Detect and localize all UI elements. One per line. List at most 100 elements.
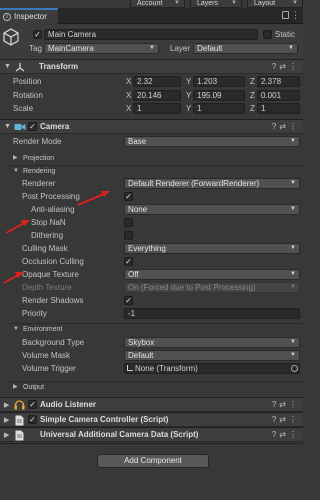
scale-z-field[interactable]: 1	[257, 103, 300, 114]
output-foldout[interactable]: ▶ Output	[0, 382, 303, 393]
post-processing-checkbox[interactable]: ✓	[124, 192, 133, 201]
object-picker-icon[interactable]	[291, 365, 298, 372]
foldout-closed-icon[interactable]: ▶	[13, 153, 18, 164]
universal-camera-data-header[interactable]: ▶ Universal Additional Camera Data (Scri…	[0, 427, 303, 442]
depth-texture-row: Depth Texture On (Forced due to Post Pro…	[0, 281, 303, 294]
preset-icon[interactable]: ⇄	[279, 122, 289, 131]
preset-icon[interactable]: ⇄	[279, 415, 289, 424]
volume-trigger-field[interactable]: None (Transform)	[124, 363, 300, 374]
chevron-down-icon: ▼	[290, 352, 296, 358]
active-checkbox[interactable]: ✓	[33, 30, 42, 39]
rotation-y-field[interactable]: 195.09	[193, 90, 245, 101]
y-axis-label: Y	[186, 104, 192, 113]
foldout-closed-icon[interactable]: ▶	[4, 416, 9, 424]
camera-enabled-checkbox[interactable]: ✓	[28, 122, 37, 131]
layout-dropdown[interactable]: Layout ▼	[247, 0, 303, 8]
stop-nan-row: Stop NaN	[0, 216, 303, 229]
component-menu-icon[interactable]: ⋮	[289, 62, 300, 71]
render-shadows-label: Render Shadows	[22, 296, 84, 305]
foldout-open-icon[interactable]: ▼	[4, 63, 11, 70]
info-icon: i	[3, 13, 11, 21]
preset-icon[interactable]: ⇄	[279, 62, 289, 71]
occlusion-culling-row: Occlusion Culling ✓	[0, 255, 303, 268]
script-file-icon	[15, 415, 24, 426]
volume-mask-dropdown[interactable]: Default ▼	[124, 350, 300, 361]
renderer-dropdown[interactable]: Default Renderer (ForwardRenderer) ▼	[124, 178, 300, 189]
component-header-icons[interactable]: ?⇄⋮	[272, 429, 300, 441]
lock-icon[interactable]	[282, 11, 289, 19]
anti-aliasing-label: Anti-aliasing	[31, 205, 75, 214]
priority-field[interactable]: -1	[124, 308, 300, 319]
tag-dropdown[interactable]: MainCamera ▼	[44, 43, 159, 54]
chevron-down-icon: ▼	[231, 0, 237, 6]
add-component-button[interactable]: Add Component	[97, 454, 209, 468]
preset-icon[interactable]: ⇄	[279, 430, 289, 439]
stop-nan-checkbox[interactable]	[124, 218, 133, 227]
projection-foldout[interactable]: ▶ Projection	[0, 153, 303, 164]
component-header-icons[interactable]: ?⇄⋮	[272, 414, 300, 426]
x-axis-label: X	[126, 77, 132, 86]
x-axis-label: X	[126, 104, 132, 113]
audio-listener-checkbox[interactable]: ✓	[28, 400, 37, 409]
foldout-closed-icon[interactable]: ▶	[13, 382, 18, 393]
position-y-field[interactable]: 1.203	[193, 76, 245, 87]
dithering-checkbox[interactable]	[124, 231, 133, 240]
position-x-field[interactable]: 2.32	[133, 76, 181, 87]
script-file-icon	[15, 430, 24, 441]
background-type-dropdown[interactable]: Skybox ▼	[124, 337, 300, 348]
foldout-open-icon[interactable]: ▼	[4, 123, 11, 130]
culling-mask-dropdown[interactable]: Everything ▼	[124, 243, 300, 254]
component-header-icons[interactable]: ?⇄⋮	[272, 121, 300, 133]
render-shadows-checkbox[interactable]: ✓	[124, 296, 133, 305]
audio-listener-header[interactable]: ▶ ✓ Audio Listener ?⇄⋮	[0, 397, 303, 412]
culling-mask-value: Everything	[128, 244, 166, 253]
static-checkbox[interactable]	[263, 30, 272, 39]
panel-menu-icon[interactable]: ⋮	[291, 10, 300, 21]
render-shadows-row: Render Shadows ✓	[0, 294, 303, 307]
scale-y-field[interactable]: 1	[193, 103, 245, 114]
camera-header[interactable]: ▼ ✓ Camera ?⇄⋮	[0, 119, 303, 134]
rotation-x-field[interactable]: 20.146	[133, 90, 181, 101]
occlusion-culling-checkbox[interactable]: ✓	[124, 257, 133, 266]
scale-x-field[interactable]: 1	[133, 103, 181, 114]
environment-foldout[interactable]: ▼ Environment	[0, 324, 303, 335]
foldout-closed-icon[interactable]: ▶	[4, 431, 9, 439]
opaque-texture-dropdown[interactable]: Off ▼	[124, 269, 300, 280]
preset-icon[interactable]: ⇄	[279, 400, 289, 409]
headphones-icon	[14, 400, 25, 410]
scale-label: Scale	[13, 104, 34, 113]
rendering-foldout[interactable]: ▼ Rendering	[0, 166, 303, 177]
component-header-icons[interactable]: ?⇄⋮	[272, 61, 300, 73]
component-menu-icon[interactable]: ⋮	[289, 122, 300, 131]
camera-title: Camera	[40, 122, 70, 131]
simple-camera-controller-checkbox[interactable]: ✓	[28, 415, 37, 424]
component-menu-icon[interactable]: ⋮	[289, 415, 300, 424]
opaque-texture-value: Off	[128, 270, 139, 279]
transform-header[interactable]: ▼ Transform ?⇄⋮	[0, 59, 303, 74]
rotation-z-field[interactable]: 0.001	[257, 90, 300, 101]
render-mode-row: Render Mode Base ▼	[0, 135, 303, 148]
foldout-open-icon[interactable]: ▼	[13, 324, 19, 335]
render-mode-dropdown[interactable]: Base ▼	[124, 136, 300, 147]
transform-axis-icon	[127, 365, 133, 371]
simple-camera-controller-header[interactable]: ▶ ✓ Simple Camera Controller (Script) ?⇄…	[0, 412, 303, 427]
component-header-icons[interactable]: ?⇄⋮	[272, 399, 300, 411]
object-name-input[interactable]: Main Camera	[44, 29, 258, 40]
foldout-closed-icon[interactable]: ▶	[4, 401, 9, 409]
anti-aliasing-dropdown[interactable]: None ▼	[124, 204, 300, 215]
x-axis-label: X	[126, 91, 132, 100]
component-menu-icon[interactable]: ⋮	[289, 430, 300, 439]
background-type-label: Background Type	[22, 338, 85, 347]
render-mode-label: Render Mode	[13, 137, 62, 146]
tag-value: MainCamera	[48, 44, 94, 53]
position-z-field[interactable]: 2.378	[257, 76, 300, 87]
layers-dropdown[interactable]: Layers ▼	[190, 0, 242, 8]
component-menu-icon[interactable]: ⋮	[289, 400, 300, 409]
chevron-down-icon: ▼	[290, 284, 296, 290]
tab-inspector[interactable]: i Inspector	[0, 8, 58, 24]
foldout-open-icon[interactable]: ▼	[13, 166, 19, 177]
layer-dropdown[interactable]: Default ▼	[193, 43, 298, 54]
object-header: ✓ Main Camera Static Tag MainCamera ▼ Lay…	[0, 25, 303, 60]
projection-label: Projection	[23, 155, 55, 162]
account-dropdown[interactable]: Account ▼	[130, 0, 185, 8]
